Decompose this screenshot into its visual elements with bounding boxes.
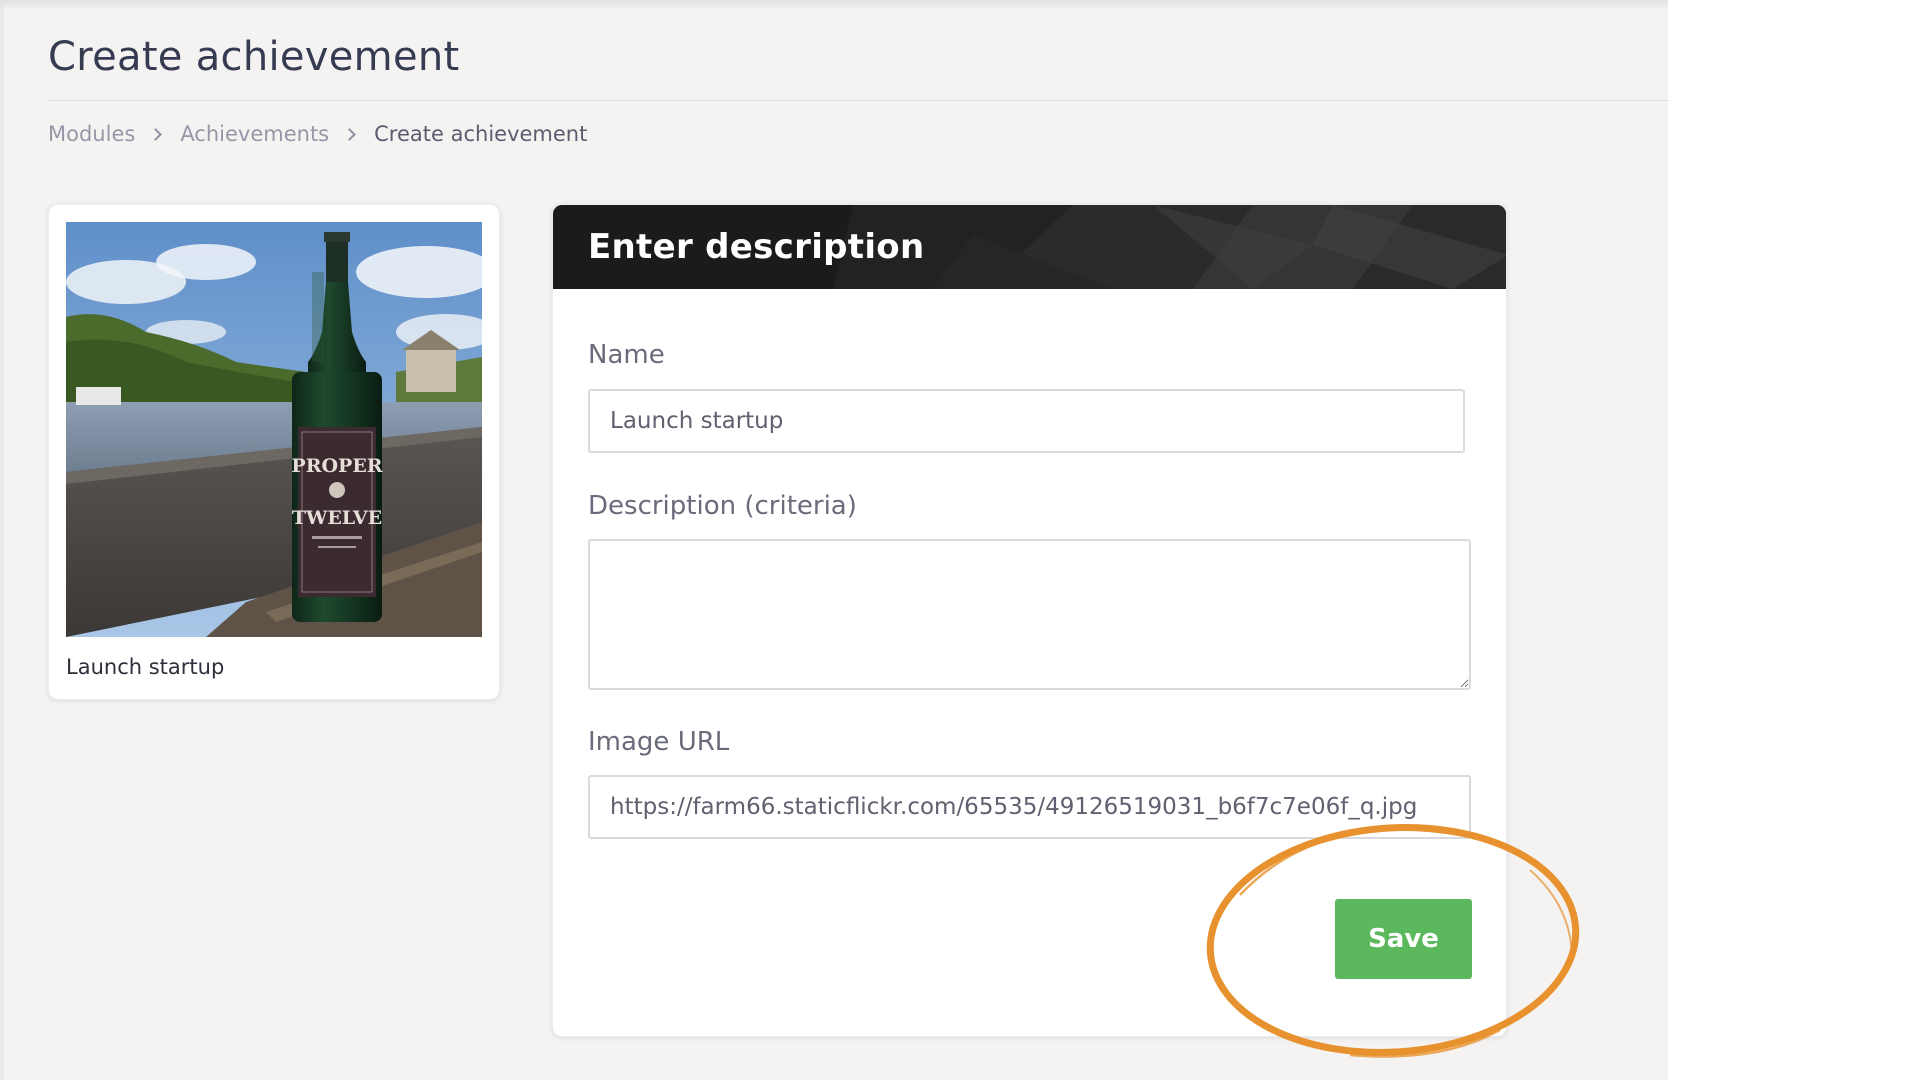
right-margin bbox=[1668, 0, 1920, 1080]
description-label: Description (criteria) bbox=[588, 491, 857, 521]
breadcrumb-modules[interactable]: Modules bbox=[48, 122, 135, 146]
svg-text:PROPER: PROPER bbox=[291, 455, 382, 477]
chevron-right-icon bbox=[343, 127, 357, 141]
breadcrumb-current: Create achievement bbox=[374, 122, 588, 146]
form-title: Enter description bbox=[588, 227, 925, 267]
page-edge bbox=[0, 0, 4, 1080]
description-form-card: Enter description Name Description (crit… bbox=[552, 204, 1507, 1037]
name-label: Name bbox=[588, 340, 665, 370]
achievement-preview-name: Launch startup bbox=[66, 655, 225, 679]
breadcrumb-achievements[interactable]: Achievements bbox=[180, 122, 329, 146]
image-url-input[interactable] bbox=[588, 775, 1471, 839]
breadcrumb: Modules Achievements Create achievement bbox=[48, 122, 587, 146]
name-input[interactable] bbox=[588, 389, 1465, 453]
achievement-image: PROPER TWELVE bbox=[66, 222, 482, 637]
chevron-right-icon bbox=[149, 127, 163, 141]
page-title: Create achievement bbox=[48, 34, 460, 80]
top-shadow bbox=[0, 0, 1668, 10]
image-url-label: Image URL bbox=[588, 727, 730, 757]
description-textarea[interactable] bbox=[588, 539, 1471, 690]
title-divider bbox=[48, 100, 1668, 101]
achievement-preview-card: PROPER TWELVE Launch startup bbox=[48, 204, 500, 700]
svg-text:TWELVE: TWELVE bbox=[292, 507, 382, 529]
form-header: Enter description bbox=[553, 205, 1506, 289]
save-button[interactable]: Save bbox=[1335, 899, 1472, 979]
